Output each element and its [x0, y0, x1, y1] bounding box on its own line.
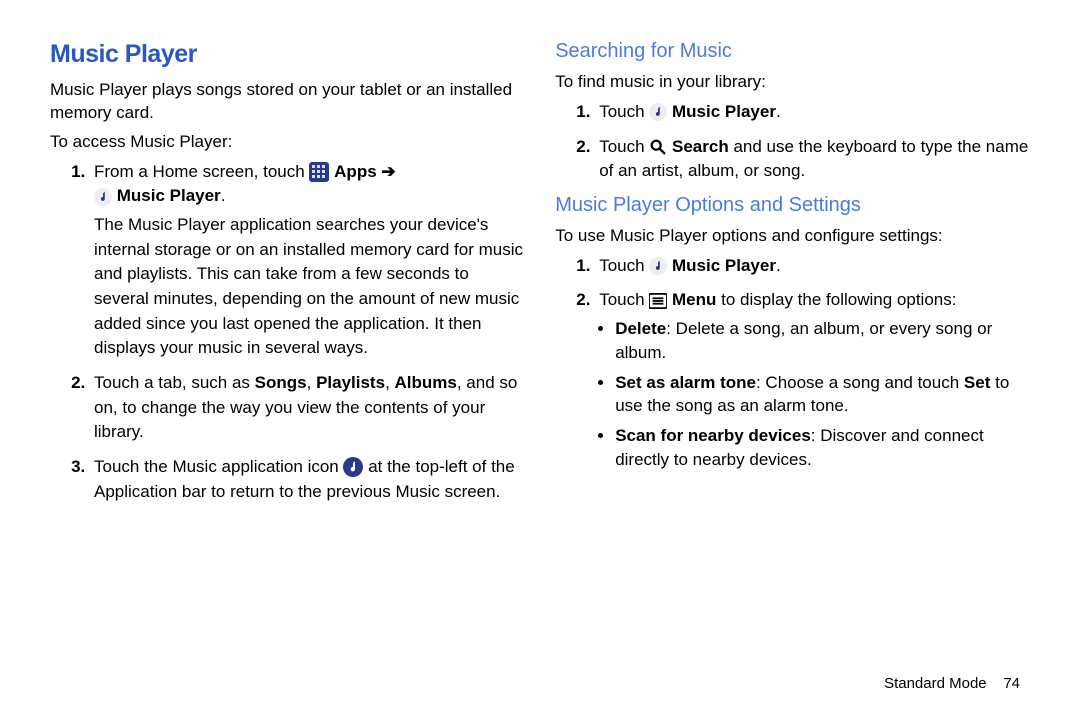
option-desc: : Delete a song, an album, or every song…	[615, 319, 992, 362]
music-player-label: Music Player	[117, 186, 221, 205]
set-label: Set	[964, 373, 990, 392]
music-note-icon	[94, 188, 112, 206]
page-title: Music Player	[50, 40, 525, 69]
option-set-alarm: Set as alarm tone: Choose a song and tou…	[615, 371, 1030, 419]
music-note-icon	[649, 103, 667, 121]
search-icon	[649, 138, 667, 156]
search-label: Search	[672, 137, 729, 156]
apps-icon	[309, 162, 329, 182]
step-text: Touch a tab, such as	[94, 373, 255, 392]
period: .	[221, 186, 226, 205]
music-note-icon	[649, 257, 667, 275]
playlists-label: Playlists	[316, 373, 385, 392]
access-step-1: From a Home screen, touch Apps ➔	[90, 160, 525, 361]
footer-mode: Standard Mode	[884, 675, 987, 692]
menu-icon	[649, 293, 667, 309]
intro-text: Music Player plays songs stored on your …	[50, 79, 525, 125]
menu-label: Menu	[672, 290, 716, 309]
step-text: Touch	[599, 256, 649, 275]
access-lead: To access Music Player:	[50, 131, 525, 154]
comma: ,	[385, 373, 394, 392]
search-step-2: Touch Search and use the keyboard to typ…	[595, 135, 1030, 184]
searching-subhead: Searching for Music	[555, 40, 1030, 63]
music-note-circle-icon	[343, 457, 363, 477]
page-footer: Standard Mode 74	[884, 675, 1020, 692]
access-step-2: Touch a tab, such as Songs, Playlists, A…	[90, 371, 525, 445]
step-text: Touch the Music application icon	[94, 457, 343, 476]
comma: ,	[307, 373, 316, 392]
options-subhead: Music Player Options and Settings	[555, 194, 1030, 217]
search-step-1: Touch Music Player.	[595, 100, 1030, 125]
step-tail: to display the following options:	[721, 290, 956, 309]
access-step-3: Touch the Music application icon at the …	[90, 455, 525, 504]
option-name: Delete	[615, 319, 666, 338]
search-lead: To find music in your library:	[555, 71, 1030, 94]
option-delete: Delete: Delete a song, an album, or ever…	[615, 317, 1030, 365]
options-step-1: Touch Music Player.	[595, 254, 1030, 279]
option-name: Scan for nearby devices	[615, 426, 811, 445]
step-text: Touch	[599, 290, 649, 309]
step-text: Touch	[599, 102, 649, 121]
period: .	[776, 102, 781, 121]
options-step-2: Touch Menu to display the following opti…	[595, 288, 1030, 471]
option-scan-nearby: Scan for nearby devices: Discover and co…	[615, 424, 1030, 472]
step-text: Touch	[599, 137, 649, 156]
albums-label: Albums	[395, 373, 457, 392]
arrow: ➔	[381, 162, 395, 181]
songs-label: Songs	[255, 373, 307, 392]
apps-label: Apps	[334, 162, 377, 181]
music-player-label: Music Player	[672, 256, 776, 275]
footer-page-number: 74	[1003, 675, 1020, 692]
step-text: From a Home screen, touch	[94, 162, 309, 181]
music-player-label: Music Player	[672, 102, 776, 121]
option-name: Set as alarm tone	[615, 373, 756, 392]
period: .	[776, 256, 781, 275]
step-description: The Music Player application searches yo…	[94, 215, 523, 357]
options-lead: To use Music Player options and configur…	[555, 225, 1030, 248]
option-mid: : Choose a song and touch	[756, 373, 964, 392]
